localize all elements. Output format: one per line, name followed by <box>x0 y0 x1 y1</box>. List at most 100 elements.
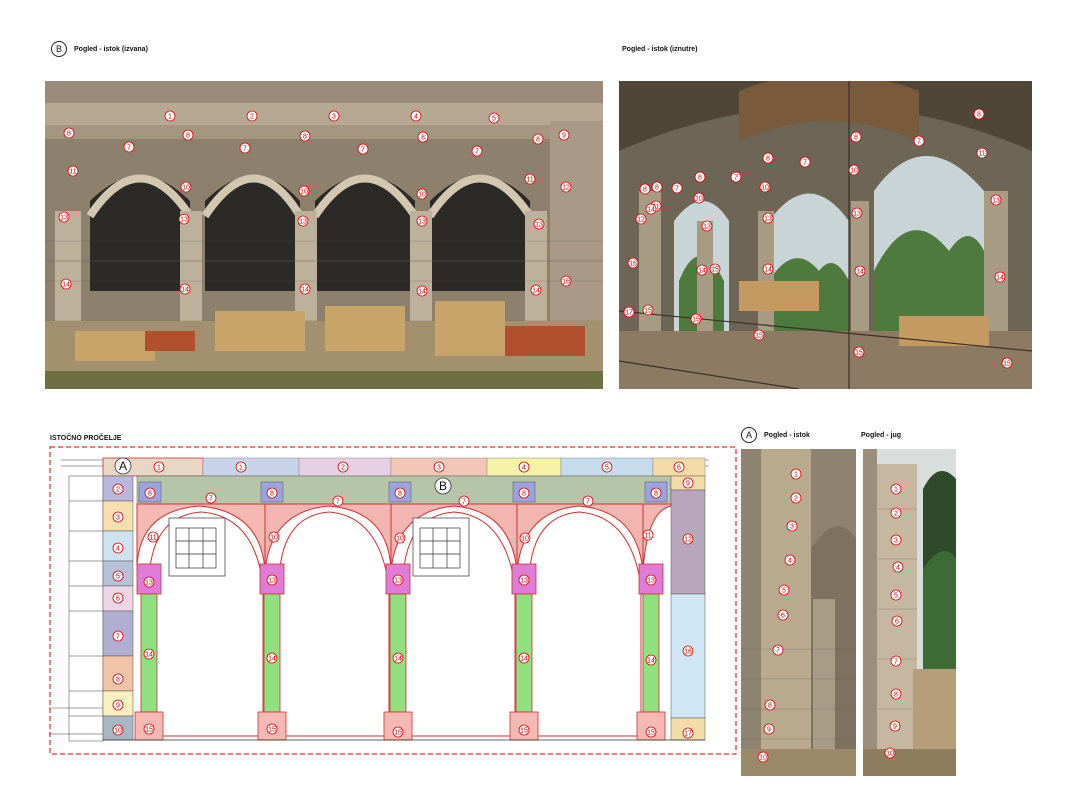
svg-text:1: 1 <box>894 487 898 494</box>
svg-text:14: 14 <box>301 287 309 294</box>
svg-text:11: 11 <box>149 535 156 542</box>
svg-text:13: 13 <box>394 578 402 585</box>
svg-text:13: 13 <box>180 217 188 224</box>
svg-text:2: 2 <box>341 465 345 472</box>
svg-text:16: 16 <box>629 261 637 268</box>
svg-text:7: 7 <box>462 499 466 506</box>
svg-text:15: 15 <box>855 350 863 357</box>
svg-text:7: 7 <box>894 659 898 666</box>
svg-text:6: 6 <box>781 613 785 620</box>
svg-text:8: 8 <box>643 187 647 194</box>
svg-text:14: 14 <box>996 275 1004 282</box>
svg-text:8: 8 <box>977 112 981 119</box>
svg-text:8: 8 <box>766 156 770 163</box>
svg-text:13: 13 <box>299 219 307 226</box>
svg-text:13: 13 <box>853 211 861 218</box>
svg-text:10: 10 <box>114 728 122 735</box>
svg-text:14: 14 <box>647 207 655 214</box>
svg-text:5: 5 <box>894 593 898 600</box>
svg-text:9: 9 <box>893 724 897 731</box>
svg-text:7: 7 <box>803 160 807 167</box>
svg-text:12: 12 <box>562 185 570 192</box>
svg-text:10: 10 <box>300 189 308 196</box>
svg-text:7: 7 <box>586 499 590 506</box>
svg-text:6: 6 <box>895 619 899 626</box>
svg-text:10: 10 <box>418 192 426 199</box>
svg-text:8: 8 <box>67 131 71 138</box>
svg-text:7: 7 <box>675 186 679 193</box>
svg-text:14: 14 <box>62 282 70 289</box>
svg-text:7: 7 <box>209 496 213 503</box>
svg-text:2: 2 <box>116 487 120 494</box>
svg-text:9: 9 <box>767 727 771 734</box>
svg-text:17: 17 <box>684 731 692 738</box>
svg-text:3: 3 <box>116 515 120 522</box>
svg-text:7: 7 <box>361 147 365 154</box>
svg-text:11: 11 <box>69 169 76 176</box>
svg-text:14: 14 <box>418 289 426 296</box>
svg-text:10: 10 <box>270 535 278 542</box>
svg-text:15: 15 <box>755 333 763 340</box>
svg-text:12: 12 <box>637 217 645 224</box>
svg-text:15: 15 <box>647 730 655 737</box>
svg-text:8: 8 <box>894 692 898 699</box>
east-facade-elevation: A B 1 1 2 3 4 5 6 2 3 4 5 6 7 8 9 10 9 1… <box>49 446 737 756</box>
svg-text:15: 15 <box>394 730 402 737</box>
svg-text:4: 4 <box>896 565 900 572</box>
svg-text:7: 7 <box>336 499 340 506</box>
svg-text:14: 14 <box>181 287 189 294</box>
view-marker-b: B <box>51 41 67 57</box>
svg-text:15: 15 <box>145 727 153 734</box>
svg-text:10: 10 <box>850 168 858 175</box>
svg-text:14: 14 <box>647 658 655 665</box>
svg-text:13: 13 <box>520 578 528 585</box>
svg-text:11: 11 <box>526 177 533 184</box>
svg-text:10: 10 <box>695 196 703 203</box>
svg-text:1: 1 <box>794 472 798 479</box>
svg-text:7: 7 <box>127 145 131 152</box>
svg-text:15: 15 <box>692 317 700 324</box>
svg-text:15: 15 <box>644 308 652 315</box>
svg-text:15: 15 <box>711 267 719 274</box>
svg-text:17: 17 <box>625 310 633 317</box>
svg-text:14: 14 <box>394 656 402 663</box>
svg-text:11: 11 <box>644 533 651 540</box>
svg-text:14: 14 <box>268 656 276 663</box>
svg-text:3: 3 <box>894 538 898 545</box>
svg-text:2: 2 <box>794 496 798 503</box>
svg-text:8: 8 <box>854 135 858 142</box>
svg-text:14: 14 <box>856 269 864 276</box>
svg-text:8: 8 <box>654 491 658 498</box>
svg-text:9: 9 <box>562 133 566 140</box>
svg-text:8: 8 <box>398 491 402 498</box>
svg-text:10: 10 <box>761 185 769 192</box>
svg-text:4: 4 <box>414 114 418 121</box>
svg-text:14: 14 <box>764 267 772 274</box>
svg-text:2: 2 <box>894 511 898 518</box>
svg-text:7: 7 <box>917 139 921 146</box>
view-marker-a: A <box>741 427 757 443</box>
svg-text:5: 5 <box>116 574 120 581</box>
svg-text:14: 14 <box>532 288 540 295</box>
caption-east-pier: Pogled - istok <box>764 432 810 439</box>
svg-text:13: 13 <box>647 578 655 585</box>
marker-b: B <box>434 477 452 495</box>
svg-text:8: 8 <box>421 135 425 142</box>
svg-text:13: 13 <box>418 219 426 226</box>
svg-text:6: 6 <box>677 465 681 472</box>
svg-text:13: 13 <box>268 578 276 585</box>
svg-text:8: 8 <box>303 134 307 141</box>
svg-text:10: 10 <box>759 755 767 762</box>
svg-text:13: 13 <box>703 224 711 231</box>
svg-text:7: 7 <box>243 146 247 153</box>
caption-east-exterior: Pogled - istok (izvana) <box>74 46 148 53</box>
svg-text:8: 8 <box>698 175 702 182</box>
svg-text:4: 4 <box>788 558 792 565</box>
drawing-title: ISTOČNO PROČELJE <box>50 435 122 442</box>
photo-east-interior: 8 8 7 11 13 7 8 7 10 10 10 13 14 14 14 8… <box>619 81 1032 389</box>
svg-text:14: 14 <box>698 268 706 275</box>
svg-text:B: B <box>439 479 447 493</box>
svg-text:7: 7 <box>734 175 738 182</box>
svg-text:9: 9 <box>686 481 690 488</box>
svg-text:13: 13 <box>764 216 772 223</box>
